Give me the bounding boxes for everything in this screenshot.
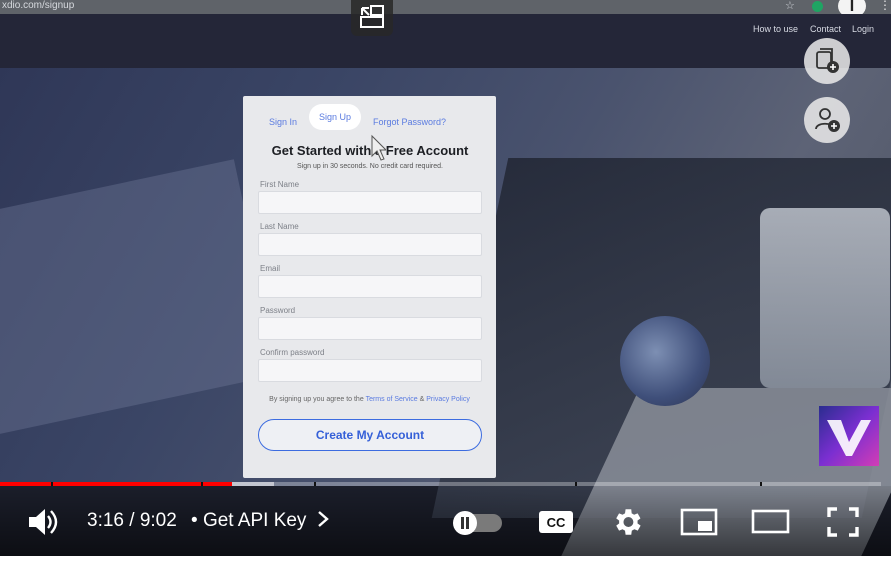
fullscreen-icon bbox=[827, 507, 859, 537]
fullscreen-button[interactable] bbox=[826, 506, 860, 543]
channel-watermark[interactable] bbox=[819, 406, 879, 466]
playlist-add-icon bbox=[816, 48, 839, 73]
background-ball bbox=[620, 316, 710, 406]
nav-login: Login bbox=[852, 24, 875, 34]
nav-how-to-use: How to use bbox=[753, 24, 799, 34]
terms-amp: & bbox=[419, 396, 425, 403]
chevron-right-icon bbox=[317, 511, 329, 527]
signup-subtitle: Sign up in 30 seconds. No credit card re… bbox=[297, 163, 443, 170]
confirm-password-label: Confirm password bbox=[260, 348, 325, 357]
star-icon: ☆ bbox=[785, 0, 795, 12]
autoplay-toggle[interactable] bbox=[452, 510, 504, 541]
captions-text: CC bbox=[547, 515, 566, 530]
save-to-playlist-button[interactable] bbox=[804, 38, 850, 84]
tab-sign-in: Sign In bbox=[269, 117, 298, 127]
background-cup bbox=[760, 208, 890, 388]
chapter-bullet: • bbox=[191, 510, 198, 531]
v-logo-icon bbox=[827, 420, 871, 456]
site-header bbox=[0, 14, 891, 68]
gear-icon bbox=[616, 509, 641, 535]
last-name-label: Last Name bbox=[260, 222, 299, 231]
first-name-field bbox=[258, 191, 482, 214]
email-field bbox=[258, 275, 482, 298]
miniplayer-icon bbox=[680, 508, 718, 536]
settings-button[interactable] bbox=[610, 505, 644, 544]
terms-text: By signing up you agree to the Terms of … bbox=[243, 396, 496, 403]
video-player[interactable]: xdio.com/signup ☆ I ⋮ How to use Contact… bbox=[0, 0, 891, 556]
background-paper bbox=[0, 159, 280, 437]
terms-link: Terms of Service bbox=[365, 396, 418, 403]
password-field bbox=[258, 317, 482, 340]
create-account-button: Create My Account bbox=[258, 419, 482, 451]
last-name-field bbox=[258, 233, 482, 256]
chapter-title: Get API Key bbox=[202, 510, 307, 531]
captions-button[interactable]: CC bbox=[538, 508, 574, 541]
miniplayer-button[interactable] bbox=[680, 507, 718, 542]
extension-icon bbox=[812, 1, 823, 12]
nav-contact: Contact bbox=[810, 24, 842, 34]
first-name-label: First Name bbox=[260, 180, 300, 189]
terms-prefix: By signing up you agree to the bbox=[269, 396, 364, 403]
privacy-link: Privacy Policy bbox=[426, 396, 470, 403]
browser-address-bar: xdio.com/signup ☆ I ⋮ bbox=[0, 0, 891, 18]
cursor-icon bbox=[371, 134, 386, 161]
more-icon: ⋮ bbox=[879, 0, 891, 12]
subscribe-button[interactable] bbox=[804, 97, 850, 143]
volume-button[interactable] bbox=[25, 506, 59, 543]
theater-mode-icon bbox=[751, 509, 790, 534]
tab-forgot-password: Forgot Password? bbox=[373, 117, 447, 127]
person-add-icon bbox=[815, 108, 840, 132]
captions-icon: CC bbox=[539, 511, 573, 533]
volume-icon bbox=[29, 509, 58, 535]
tab-sign-up: Sign Up bbox=[309, 104, 361, 130]
url-text: xdio.com/signup bbox=[2, 0, 75, 11]
exit-miniplayer-button[interactable] bbox=[351, 0, 393, 36]
time-display: 3:16 / 9:02 bbox=[87, 510, 177, 531]
chapter-title-button[interactable]: • Get API Key bbox=[191, 510, 330, 532]
confirm-password-field bbox=[258, 359, 482, 382]
password-label: Password bbox=[260, 306, 296, 315]
exit-miniplayer-icon bbox=[360, 5, 384, 28]
autoplay-icon bbox=[453, 511, 502, 535]
email-label: Email bbox=[260, 264, 281, 273]
theater-mode-button[interactable] bbox=[751, 508, 791, 541]
